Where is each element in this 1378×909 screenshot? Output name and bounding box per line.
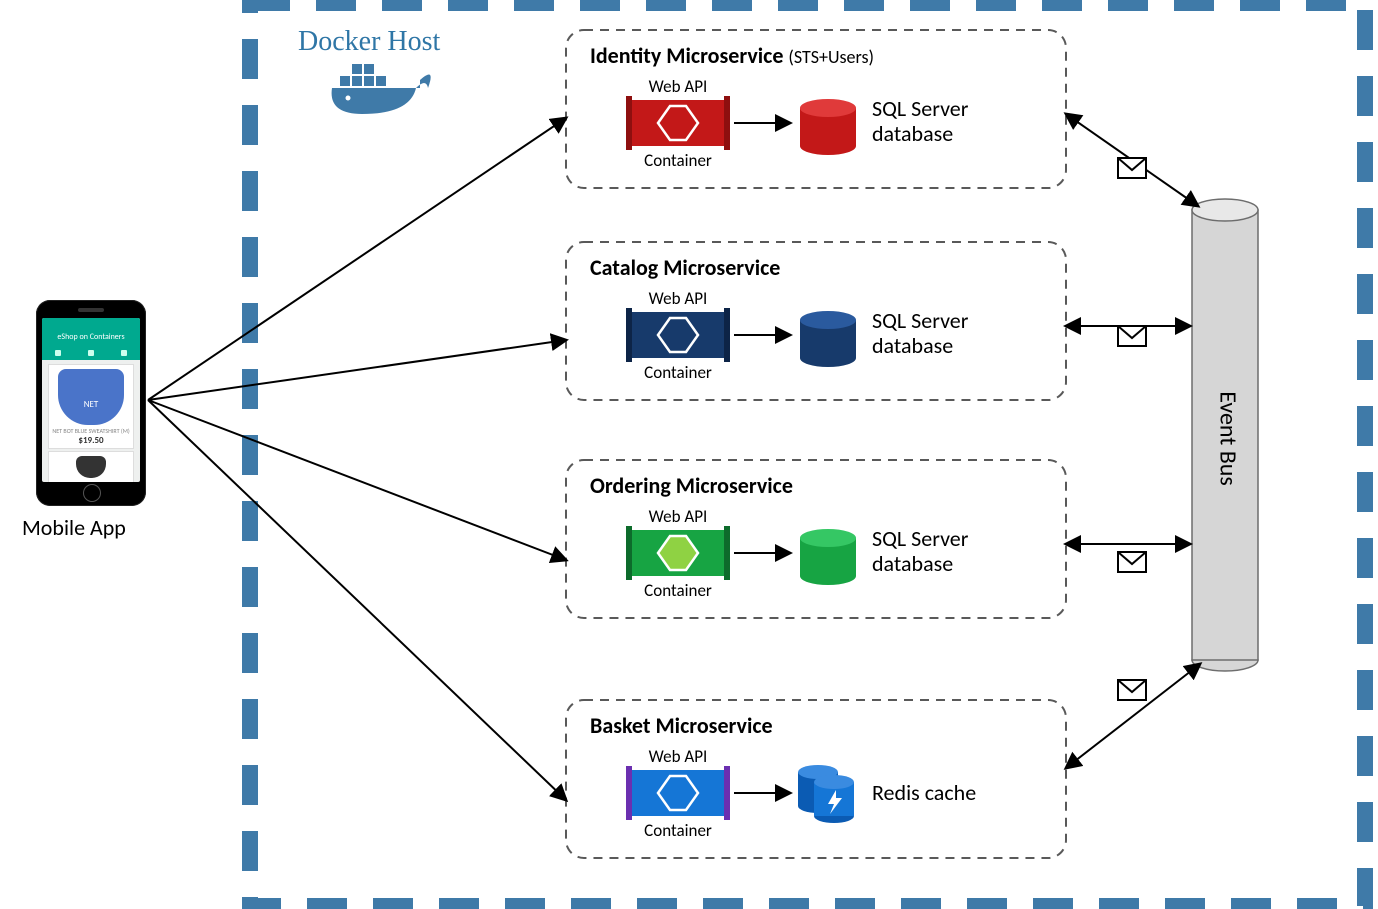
store-text-catalog: SQL Server database [872,308,968,359]
app-header-text: eShop on Containers [57,332,124,342]
container-label-identity: Container [636,150,720,171]
envelope-icon [1118,552,1146,572]
ms-title-catalog: Catalog Microservice [590,254,780,281]
arrow-client-ordering [148,400,566,560]
arrow-identity-bus [1066,114,1198,206]
arrow-client-catalog [148,340,566,400]
product-price: $19.50 [49,435,133,448]
arrow-client-basket [148,400,566,800]
api-label-ordering: Web API [642,506,714,527]
db-identity [800,99,856,155]
ms-title-identity: Identity Microservice (STS+Users) [590,42,874,69]
envelope-icon [1118,158,1146,178]
envelope-icon [1118,326,1146,346]
container-label-catalog: Container [636,362,720,383]
arrow-basket-bus [1066,664,1200,768]
container-catalog [626,308,730,362]
docker-host-box [250,3,1365,906]
ms-title-basket: Basket Microservice [590,712,773,739]
container-identity [626,96,730,150]
db-basket [798,765,854,823]
api-label-basket: Web API [642,746,714,767]
ms-title-ordering: Ordering Microservice [590,472,793,499]
container-label-basket: Container [636,820,720,841]
product-caption: NET BOT BLUE SWEATSHIRT (M) [49,427,133,435]
api-label-catalog: Web API [642,288,714,309]
shapes-layer [0,0,1378,909]
envelope-icon [1118,680,1146,700]
docker-host-label: Docker Host [298,26,440,58]
api-label-identity: Web API [642,76,714,97]
container-basket [626,766,730,820]
mobile-app-mockup: eShop on Containers NET BOT BLUE SWEATSH… [36,300,146,506]
docker-whale-icon [332,64,431,114]
diagram-canvas: eShop on Containers NET BOT BLUE SWEATSH… [0,0,1378,909]
event-bus-label: Event Bus [1214,389,1243,489]
db-ordering [800,529,856,585]
db-catalog [800,311,856,367]
store-text-identity: SQL Server database [872,96,968,147]
arrow-client-identity [148,118,566,400]
store-text-ordering: SQL Server database [872,526,968,577]
container-ordering [626,526,730,580]
mobile-app-label: Mobile App [22,514,126,541]
store-text-basket: Redis cache [872,780,976,805]
container-label-ordering: Container [636,580,720,601]
